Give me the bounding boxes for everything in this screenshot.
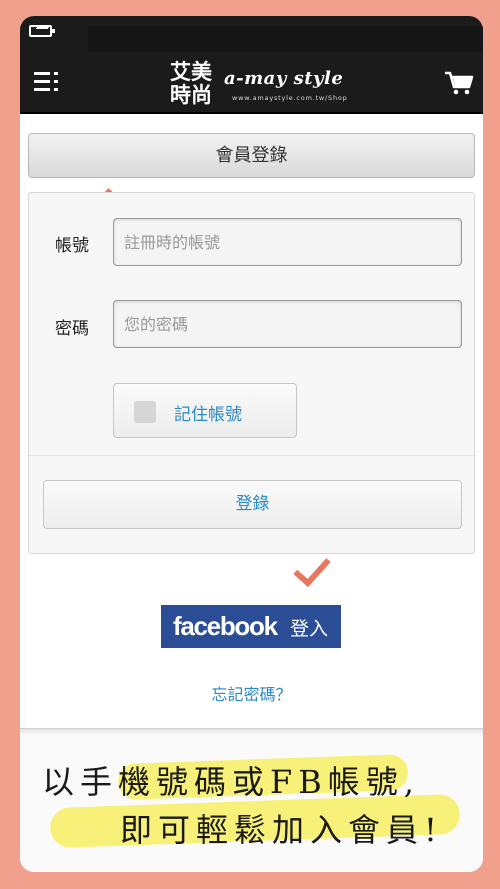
nav-bar: 艾美時尚 a-may style www.amaystyle.com.tw/Sh… [20,52,483,114]
logo-chinese: 艾美時尚 [170,59,212,107]
caption-line-2: 即可輕鬆加入會員! [120,811,443,849]
facebook-logo: facebook [173,611,278,641]
phone-screen: 艾美時尚 a-may style www.amaystyle.com.tw/Sh… [20,16,483,872]
login-form: 帳號 密碼 記住帳號 登錄 [28,192,475,554]
logo-url: www.amaystyle.com.tw/Shop [232,94,348,102]
remember-account-button[interactable]: 記住帳號 [113,383,297,438]
remember-label: 記住帳號 [174,405,242,425]
forgot-password-link[interactable]: 忘記密碼？ [20,681,483,705]
account-input[interactable] [113,218,462,266]
logo-english: a-may style [224,68,344,89]
remember-checkbox[interactable] [134,401,156,423]
promo-caption-panel: 以手機號碼或FB帳號, 即可輕鬆加入會員! [20,728,483,872]
checkmark-icon [293,548,331,588]
facebook-login-label: 登入 [290,618,329,640]
status-bar [20,16,483,52]
site-logo[interactable]: 艾美時尚 a-may style www.amaystyle.com.tw/Sh… [170,60,350,108]
caption-line-1: 以手機號碼或FB帳號, [42,763,420,801]
password-input[interactable] [113,300,462,348]
cart-icon[interactable] [444,70,474,96]
login-button[interactable]: 登錄 [43,480,462,529]
menu-icon[interactable] [34,72,62,98]
account-label: 帳號 [55,236,89,256]
facebook-login-button[interactable]: facebook 登入 [161,605,341,648]
page-title: 會員登錄 [28,133,475,178]
password-label: 密碼 [55,319,89,339]
battery-icon [29,25,55,37]
